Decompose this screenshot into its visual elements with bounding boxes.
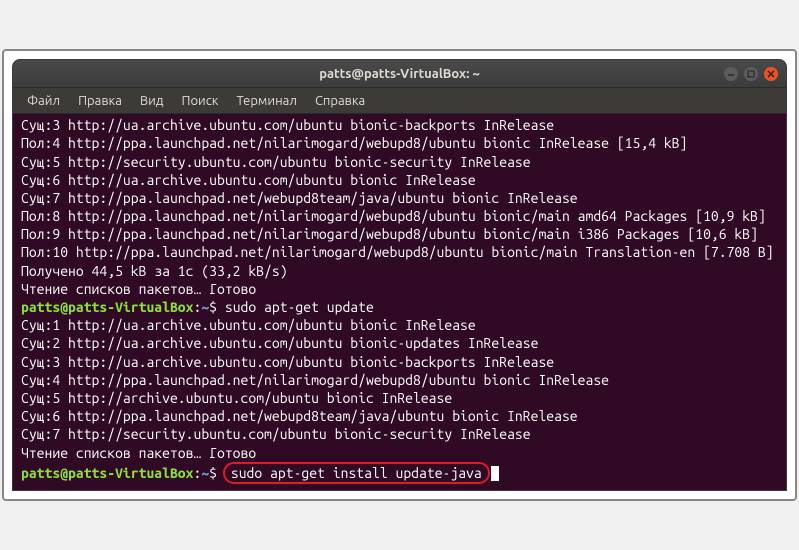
prompt-dollar: $ (209, 299, 225, 315)
menu-edit[interactable]: Правка (70, 91, 130, 111)
output-line: Сущ:5 http://archive.ubuntu.com/ubuntu b… (21, 389, 778, 407)
output-line: Пол:8 http://ppa.launchpad.net/nilarimog… (21, 207, 778, 225)
menu-file[interactable]: Файл (19, 91, 68, 111)
output-line: Сущ:4 http://ppa.launchpad.net/nilarimog… (21, 371, 778, 389)
output-line: Сущ:6 http://ua.archive.ubuntu.com/ubunt… (21, 171, 778, 189)
command-text: sudo apt-get install update-java (231, 465, 482, 481)
command-text: sudo apt-get update (225, 299, 374, 315)
cursor-icon (491, 466, 499, 481)
output-line: Сущ:5 http://security.ubuntu.com/ubuntu … (21, 153, 778, 171)
prompt-user-host: patts@patts-VirtualBox (21, 465, 193, 481)
output-line: Сущ:7 http://security.ubuntu.com/ubuntu … (21, 425, 778, 443)
window-controls (724, 67, 778, 81)
prompt-path: ~ (201, 299, 209, 315)
prompt-user-host: patts@patts-VirtualBox (21, 299, 193, 315)
highlighted-command: sudo apt-get install update-java (223, 462, 490, 484)
minimize-button[interactable] (724, 67, 738, 81)
output-line: Получено 44,5 kB за 1с (33,2 kB/s) (21, 262, 778, 280)
terminal-body[interactable]: Сущ:3 http://ua.archive.ubuntu.com/ubunt… (13, 114, 786, 490)
titlebar[interactable]: patts@patts-VirtualBox: ~ (13, 60, 786, 88)
output-line: Чтение списков пакетов… Готово (21, 444, 778, 462)
maximize-button[interactable] (744, 67, 758, 81)
output-line: Пол:10 http://ppa.launchpad.net/nilarimo… (21, 243, 778, 261)
output-line: Сущ:2 http://ua.archive.ubuntu.com/ubunt… (21, 334, 778, 352)
output-line: Сущ:6 http://ppa.launchpad.net/webupd8te… (21, 407, 778, 425)
menu-search[interactable]: Поиск (173, 91, 226, 111)
output-line: Чтение списков пакетов… Готово (21, 280, 778, 298)
output-line: Сущ:1 http://ua.archive.ubuntu.com/ubunt… (21, 316, 778, 334)
menu-view[interactable]: Вид (132, 91, 172, 111)
prompt-line-highlighted: patts@patts-VirtualBox:~$ sudo apt-get i… (21, 462, 778, 484)
close-button[interactable] (764, 67, 778, 81)
menu-help[interactable]: Справка (307, 91, 373, 111)
menubar: Файл Правка Вид Поиск Терминал Справка (13, 88, 786, 114)
output-line: Пол:9 http://ppa.launchpad.net/nilarimog… (21, 225, 778, 243)
output-line: Сущ:3 http://ua.archive.ubuntu.com/ubunt… (21, 353, 778, 371)
prompt-path: ~ (201, 465, 209, 481)
output-line: Пол:4 http://ppa.launchpad.net/nilarimog… (21, 134, 778, 152)
window-title: patts@patts-VirtualBox: ~ (319, 67, 480, 81)
terminal-window: patts@patts-VirtualBox: ~ Файл Правка Ви… (12, 59, 787, 491)
output-line: Сущ:7 http://ppa.launchpad.net/webupd8te… (21, 189, 778, 207)
output-line: Сущ:3 http://ua.archive.ubuntu.com/ubunt… (21, 116, 778, 134)
menu-terminal[interactable]: Терминал (228, 91, 304, 111)
screenshot-frame: patts@patts-VirtualBox: ~ Файл Правка Ви… (2, 49, 797, 501)
prompt-line: patts@patts-VirtualBox:~$ sudo apt-get u… (21, 298, 778, 316)
